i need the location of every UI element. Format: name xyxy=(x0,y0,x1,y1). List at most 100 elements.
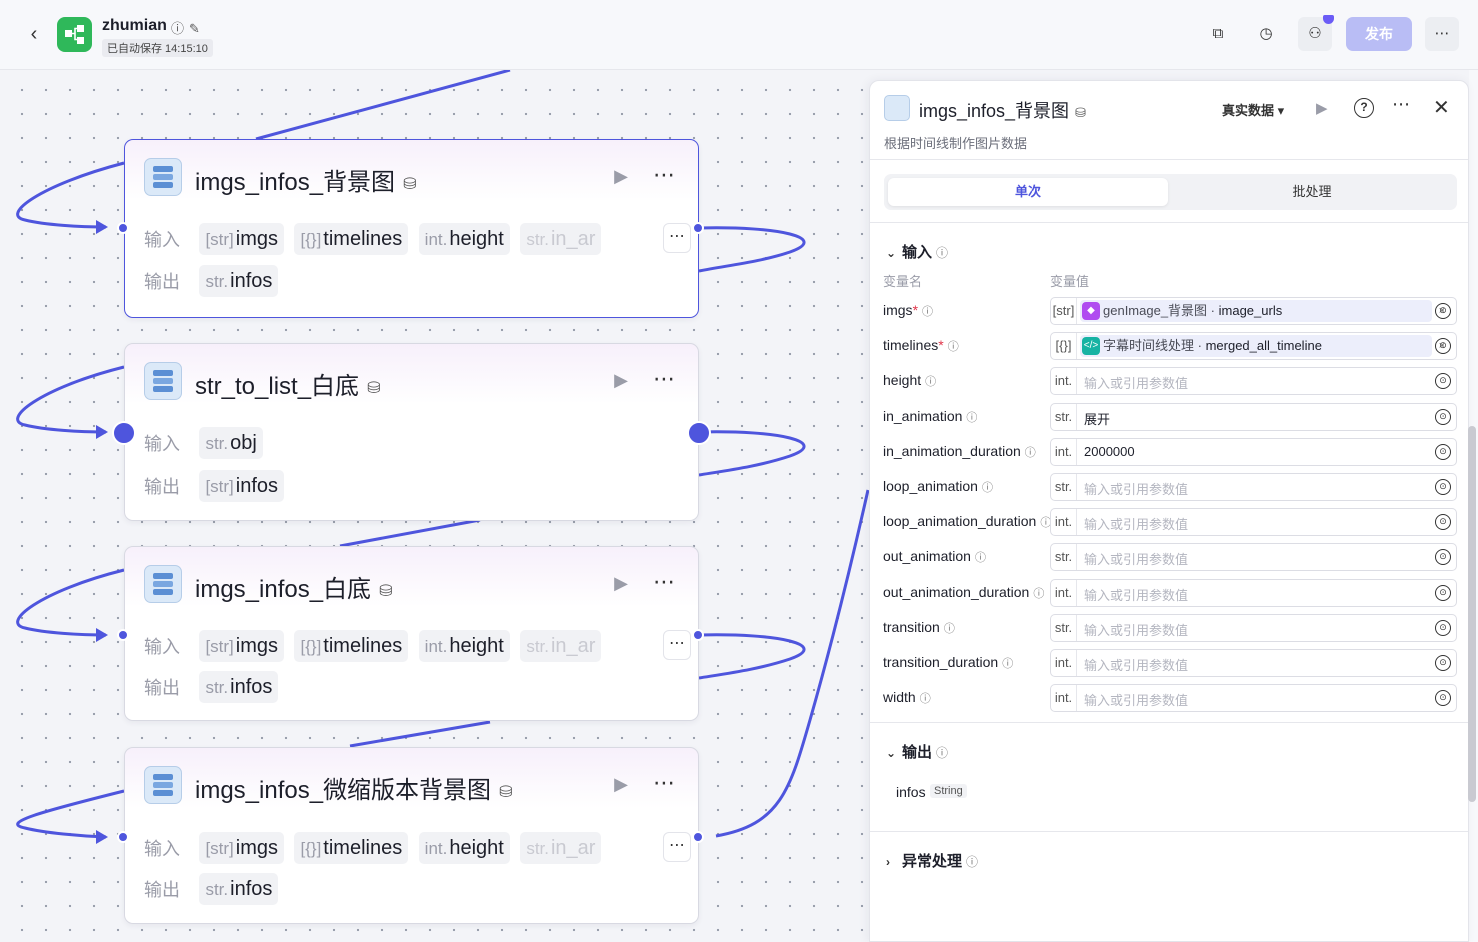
info-icon: ⓘ xyxy=(919,693,931,705)
param-name: transition_duration ⓘ xyxy=(883,654,1014,670)
reference-picker-icon[interactable]: ⊙ xyxy=(1435,549,1451,565)
param-value-field[interactable]: int. 输入或引用参数值 ⊙ xyxy=(1050,579,1457,607)
param-value-field[interactable]: str. 展开 ⊙ xyxy=(1050,403,1457,431)
panel-description: 根据时间线制作图片数据 xyxy=(884,136,1028,151)
reference-picker-icon[interactable]: ⊙ xyxy=(1435,585,1451,601)
param-value-field[interactable]: [{}] </> 字幕时间线处理 · merged_all_timeline × ⊙ xyxy=(1050,332,1457,360)
info-icon: ⓘ xyxy=(981,482,993,494)
param-type: int. xyxy=(1051,368,1077,394)
reference-picker-icon[interactable]: ⊙ xyxy=(1435,409,1451,425)
node-more-icon[interactable]: ⋯ xyxy=(653,366,676,392)
output-port[interactable] xyxy=(692,222,704,234)
info-icon: ⓘ xyxy=(936,746,949,760)
param-row: in_animation ⓘ str. 展开 ⊙ xyxy=(870,403,1468,431)
edit-icon[interactable]: ✎ xyxy=(189,21,200,36)
tab-batch[interactable]: 批处理 xyxy=(1172,178,1452,206)
param-row: transition_duration ⓘ int. 输入或引用参数值 ⊙ xyxy=(870,649,1468,677)
input-chip: str. obj xyxy=(199,427,263,459)
param-value-field[interactable]: int. 2000000 ⊙ xyxy=(1050,438,1457,466)
variable-reference[interactable]: </> 字幕时间线处理 · merged_all_timeline × xyxy=(1080,335,1445,357)
chevron-right-icon: › xyxy=(886,855,890,869)
node-more-icon[interactable]: ⋯ xyxy=(653,569,676,595)
run-node-icon[interactable]: ▶ xyxy=(614,774,628,795)
reference-picker-icon[interactable]: ⊙ xyxy=(1435,655,1451,671)
output-port[interactable] xyxy=(692,831,704,843)
input-chip: [str] imgs xyxy=(199,223,285,255)
param-value-field[interactable]: str. 输入或引用参数值 ⊙ xyxy=(1050,543,1457,571)
close-icon[interactable]: ✕ xyxy=(1433,95,1450,120)
plugin-icon: ⛁ xyxy=(379,582,393,600)
node-more-icon[interactable]: ⋯ xyxy=(653,162,676,188)
run-node-icon[interactable]: ▶ xyxy=(614,166,628,187)
node-inputs-row: 输入 [str] imgs [{}] timelines int. height st… xyxy=(144,832,691,864)
panel-scrollbar[interactable] xyxy=(1468,426,1476,802)
input-chip: str. in_ar xyxy=(520,630,602,662)
workflow-node[interactable]: imgs_infos_白底 ⛁ ▶ ⋯ 输入 [str] imgs [{}] time… xyxy=(124,546,699,721)
column-header-value: 变量值 xyxy=(1050,274,1090,289)
history-icon[interactable]: ◷ xyxy=(1249,17,1283,51)
copy-icon[interactable]: ⧉ xyxy=(1201,17,1235,51)
reference-picker-icon[interactable]: ⊙ xyxy=(1435,444,1451,460)
param-value-field[interactable]: [str] ◆ genImage_背景图 · image_urls × ⊙ xyxy=(1050,297,1457,325)
more-inputs-button[interactable]: ⋯ xyxy=(663,630,691,660)
more-inputs-button[interactable]: ⋯ xyxy=(663,832,691,862)
info-icon: ⓘ xyxy=(922,306,934,318)
workflow-node[interactable]: imgs_infos_背景图 ⛁ ▶ ⋯ 输入 [str] imgs [{}] tim… xyxy=(124,139,699,318)
publish-button[interactable]: 发布 xyxy=(1346,17,1412,51)
output-port[interactable] xyxy=(687,421,711,445)
run-node-icon[interactable]: ▶ xyxy=(614,370,628,391)
data-mode-dropdown[interactable]: 真实数据 ▾ xyxy=(1222,100,1284,119)
code-node-icon xyxy=(144,158,182,196)
code-node-icon xyxy=(884,95,910,121)
input-port[interactable] xyxy=(112,421,136,445)
code-node-icon xyxy=(144,362,182,400)
reference-picker-icon[interactable]: ⊙ xyxy=(1435,690,1451,706)
output-section-header[interactable]: ⌄ 输出 ⓘ xyxy=(886,741,948,762)
help-icon[interactable]: ? xyxy=(1354,98,1374,118)
run-icon[interactable]: ▶ xyxy=(1316,99,1328,117)
param-name: loop_animation ⓘ xyxy=(883,478,993,494)
reference-picker-icon[interactable]: ⊙ xyxy=(1435,620,1451,636)
reference-picker-icon[interactable]: ⊙ xyxy=(1435,373,1451,389)
input-port[interactable] xyxy=(117,222,129,234)
node-outputs-row: 输出 str. infos xyxy=(144,671,284,703)
param-value-field[interactable]: int. 输入或引用参数值 ⊙ xyxy=(1050,508,1457,536)
param-name: in_animation_duration ⓘ xyxy=(883,443,1036,459)
output-port[interactable] xyxy=(692,629,704,641)
reference-picker-icon[interactable]: ⊙ xyxy=(1435,479,1451,495)
param-type: int. xyxy=(1051,509,1077,535)
param-value-field[interactable]: str. 输入或引用参数值 ⊙ xyxy=(1050,614,1457,642)
panel-title: imgs_infos_背景图 ⛁ xyxy=(919,101,1086,121)
variable-reference[interactable]: ◆ genImage_背景图 · image_urls × xyxy=(1080,300,1445,322)
param-type: int. xyxy=(1051,580,1077,606)
workflow-node[interactable]: imgs_infos_微缩版本背景图 ⛁ ▶ ⋯ 输入 [str] imgs [{}… xyxy=(124,747,699,924)
reference-picker-icon[interactable]: ⊙ xyxy=(1435,514,1451,530)
back-icon[interactable]: ‹ xyxy=(22,22,46,46)
param-value: 输入或引用参数值 xyxy=(1084,623,1189,638)
info-icon: ⓘ xyxy=(1033,588,1045,600)
info-icon: ⓘ xyxy=(1024,447,1036,459)
workflow-canvas[interactable]: imgs_infos_背景图 ⛁ ▶ ⋯ 输入 [str] imgs [{}] tim… xyxy=(0,70,870,942)
input-port[interactable] xyxy=(117,629,129,641)
tab-single[interactable]: 单次 xyxy=(888,178,1168,206)
reference-picker-icon[interactable]: ⊙ xyxy=(1435,303,1451,319)
param-row: out_animation ⓘ str. 输入或引用参数值 ⊙ xyxy=(870,543,1468,571)
param-name: out_animation_duration ⓘ xyxy=(883,584,1045,600)
workflow-node[interactable]: str_to_list_白底 ⛁ ▶ ⋯ 输入 str. obj 输出 [str] i… xyxy=(124,343,699,521)
node-more-icon[interactable]: ⋯ xyxy=(653,770,676,796)
param-value-field[interactable]: int. 输入或引用参数值 ⊙ xyxy=(1050,649,1457,677)
more-icon[interactable]: ⋯ xyxy=(1425,17,1459,51)
more-icon[interactable]: ⋯ xyxy=(1392,94,1410,115)
info-icon[interactable]: ⓘ xyxy=(171,21,184,36)
error-section-header[interactable]: › 异常处理 ⓘ xyxy=(886,850,978,871)
input-port[interactable] xyxy=(117,831,129,843)
param-value-field[interactable]: int. 输入或引用参数值 ⊙ xyxy=(1050,367,1457,395)
more-inputs-button[interactable]: ⋯ xyxy=(663,223,691,253)
info-icon: ⓘ xyxy=(974,552,986,564)
input-section-header[interactable]: ⌄ 输入 ⓘ xyxy=(886,241,948,262)
param-value-field[interactable]: str. 输入或引用参数值 ⊙ xyxy=(1050,473,1457,501)
output-chip: str. infos xyxy=(199,265,279,297)
param-value-field[interactable]: int. 输入或引用参数值 ⊙ xyxy=(1050,684,1457,712)
run-node-icon[interactable]: ▶ xyxy=(614,573,628,594)
reference-picker-icon[interactable]: ⊙ xyxy=(1435,338,1451,354)
